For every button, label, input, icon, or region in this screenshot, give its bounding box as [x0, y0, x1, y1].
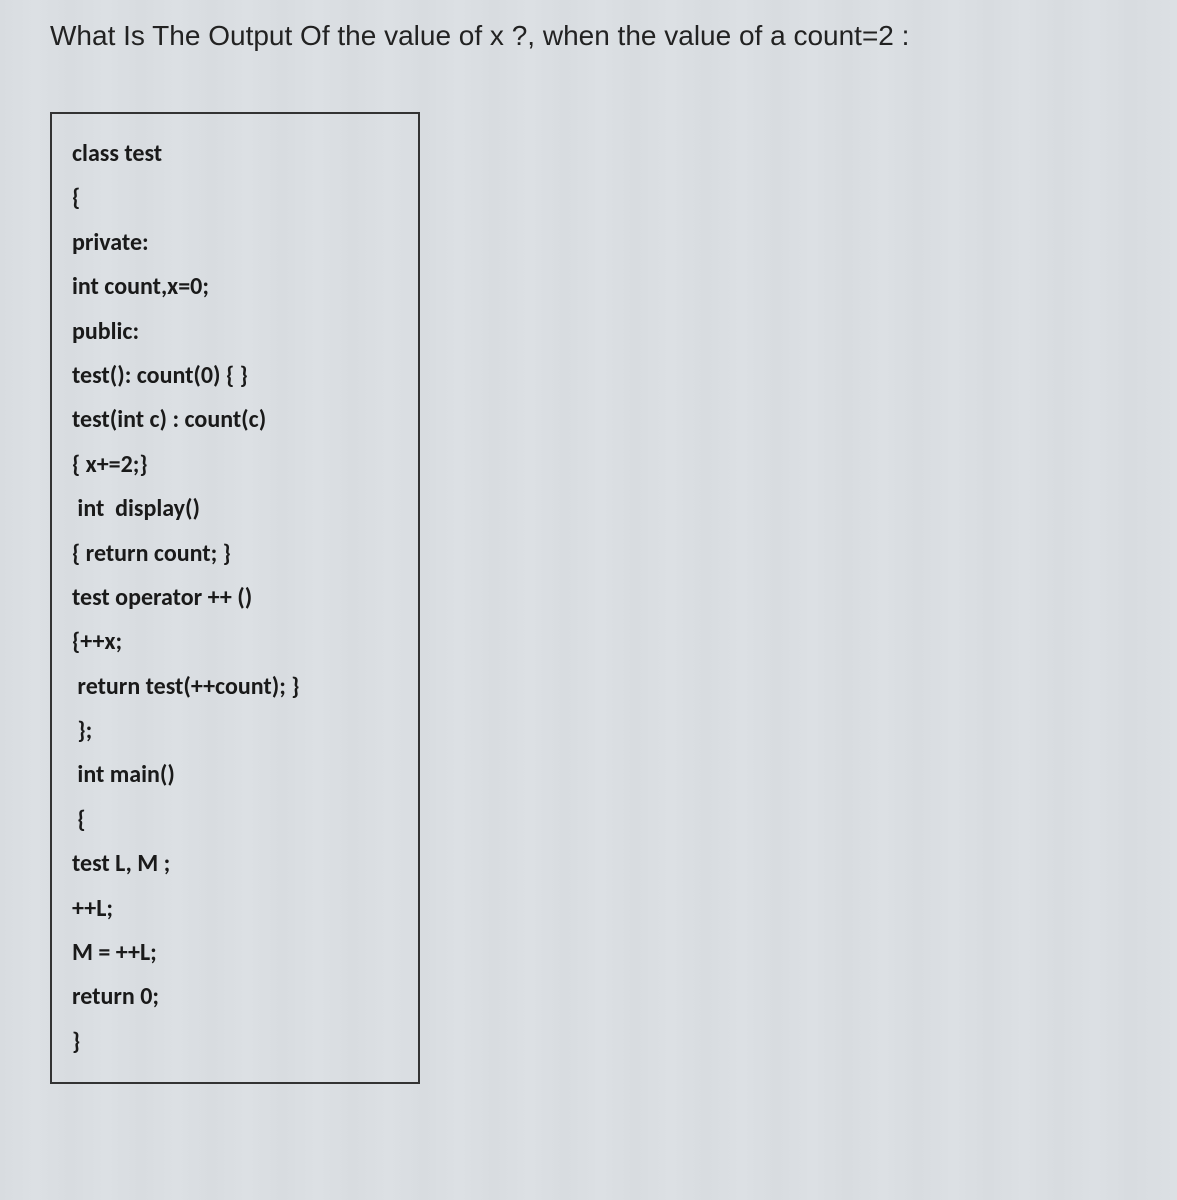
code-line: {++x;: [72, 620, 398, 664]
code-line: { x+=2;}: [72, 443, 398, 487]
code-line: {: [72, 176, 398, 220]
code-box: class test { private: int count,x=0; pub…: [50, 112, 420, 1084]
code-line: test(): count(0) { }: [72, 354, 398, 398]
code-line: private:: [72, 221, 398, 265]
code-line: return 0;: [72, 975, 398, 1019]
code-line: class test: [72, 132, 398, 176]
code-line: M = ++L;: [72, 931, 398, 975]
code-line: }: [72, 1020, 398, 1064]
code-line: };: [72, 709, 398, 753]
code-line: int main(): [72, 753, 398, 797]
code-line: test operator ++ (): [72, 576, 398, 620]
code-line: public:: [72, 310, 398, 354]
code-line: int count,x=0;: [72, 265, 398, 309]
code-line: {: [72, 798, 398, 842]
code-line: test(int c) : count(c): [72, 398, 398, 442]
question-text: What Is The Output Of the value of x ?, …: [50, 20, 1127, 52]
code-line: { return count; }: [72, 532, 398, 576]
code-line: int display(): [72, 487, 398, 531]
code-line: return test(++count); }: [72, 665, 398, 709]
code-line: test L, M ;: [72, 842, 398, 886]
code-line: ++L;: [72, 887, 398, 931]
